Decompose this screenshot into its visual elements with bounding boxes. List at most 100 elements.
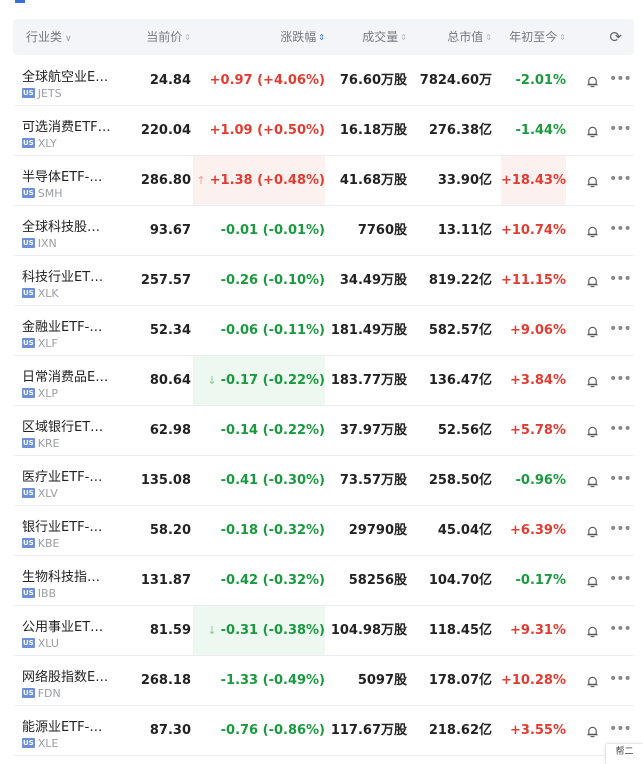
- header-volume-sort[interactable]: 成交量 ⇕: [362, 19, 407, 55]
- floating-help-button[interactable]: 帮二: [606, 744, 643, 764]
- change-cell: ↓ -0.17 (-0.22%): [207, 373, 325, 388]
- bell-icon[interactable]: [586, 523, 599, 538]
- header-marketcap-sort[interactable]: 总市值 ⇕: [447, 19, 492, 55]
- table-row[interactable]: 网络股指数E… US FDN 268.18 -1.33 (-0.49%) 5097股 178…: [13, 656, 634, 706]
- more-icon[interactable]: •••: [609, 56, 632, 105]
- table-row[interactable]: 能源业ETF-… US XLE 87.30 -0.76 (-0.86%) 117.67万股…: [13, 706, 634, 756]
- price-cell: 257.57: [140, 273, 191, 288]
- ticker-label: US XLP: [22, 387, 59, 400]
- table-row[interactable]: 医疗业ETF-… US XLV 135.08 -0.41 (-0.30%) 73.57万股…: [13, 456, 634, 506]
- bell-icon[interactable]: [586, 573, 599, 588]
- more-icon[interactable]: •••: [609, 556, 632, 605]
- marketcap-cell: 118.45亿: [428, 623, 492, 638]
- table-row[interactable]: 科技行业ET… US XLK 257.57 -0.26 (-0.10%) 34.49万股 8…: [13, 256, 634, 306]
- ytd-cell: -1.44%: [515, 123, 567, 138]
- more-icon[interactable]: •••: [609, 306, 632, 355]
- bell-icon[interactable]: [586, 623, 599, 638]
- etf-name[interactable]: 生物科技指…: [22, 566, 100, 585]
- bell-icon[interactable]: [586, 273, 599, 288]
- bell-icon[interactable]: [586, 173, 599, 188]
- active-tab-indicator: [15, 0, 25, 3]
- more-icon[interactable]: •••: [609, 356, 632, 405]
- price-cell: 58.20: [149, 523, 191, 538]
- etf-name[interactable]: 金融业ETF-…: [22, 316, 102, 335]
- table-header: 行业类 ∨ 当前价 ⇕ 涨跌幅 ⇕ 成交量 ⇕ 总市值 ⇕ 年初至今 ⇕ ⟳: [13, 19, 634, 55]
- change-cell: -0.18 (-0.32%): [220, 523, 325, 538]
- etf-name[interactable]: 网络股指数E…: [22, 666, 108, 685]
- us-market-badge: US: [22, 438, 35, 448]
- table-row[interactable]: 全球科技股… US IXN 93.67 -0.01 (-0.01%) 7760股 13.11…: [13, 206, 634, 256]
- volume-cell: 34.49万股: [339, 273, 407, 288]
- more-icon[interactable]: •••: [609, 156, 632, 205]
- header-industry-filter[interactable]: 行业类 ∨: [26, 19, 72, 55]
- change-cell: -0.42 (-0.32%): [220, 573, 325, 588]
- us-market-badge: US: [22, 588, 35, 598]
- table-row[interactable]: 生物科技指… US IBB 131.87 -0.42 (-0.32%) 58256股 104…: [13, 556, 634, 606]
- etf-name[interactable]: 区域银行ET…: [22, 416, 103, 435]
- bell-icon[interactable]: [586, 723, 599, 738]
- us-market-badge: US: [22, 538, 35, 548]
- more-icon[interactable]: •••: [609, 206, 632, 255]
- us-market-badge: US: [22, 288, 35, 298]
- sort-icon: ⇕: [400, 33, 407, 42]
- marketcap-cell: 45.04亿: [437, 523, 492, 538]
- etf-name[interactable]: 可选消费ETF…: [22, 116, 111, 135]
- more-icon[interactable]: •••: [609, 606, 632, 655]
- marketcap-cell: 33.90亿: [437, 173, 492, 188]
- ticker-label: US XLY: [22, 137, 57, 150]
- table-row[interactable]: 金融业ETF-… US XLF 52.34 -0.06 (-0.11%) 181.49万股…: [13, 306, 634, 356]
- bell-icon[interactable]: [586, 223, 599, 238]
- etf-name[interactable]: 半导体ETF-…: [22, 166, 102, 185]
- marketcap-cell: 13.11亿: [437, 223, 492, 238]
- etf-name[interactable]: 日常消费品E…: [22, 366, 108, 385]
- bell-icon[interactable]: [586, 323, 599, 338]
- table-row[interactable]: 公用事业ET… US XLU 81.59 ↓ -0.31 (-0.38%) 104.98万股…: [13, 606, 634, 656]
- bell-icon[interactable]: [586, 473, 599, 488]
- arrow-down-icon: ↓: [207, 624, 217, 637]
- ticker-label: US FDN: [22, 687, 61, 700]
- etf-name[interactable]: 全球航空业E…: [22, 66, 108, 85]
- refresh-icon[interactable]: ⟳: [609, 19, 622, 55]
- etf-name[interactable]: 全球科技股…: [22, 216, 100, 235]
- table-row[interactable]: 半导体ETF-… US SMH 286.80 ↑ +1.38 (+0.48%) 41.68万…: [13, 156, 634, 206]
- table-row[interactable]: 全球航空业E… US JETS 24.84 +0.97 (+4.06%) 76.60万股 7…: [13, 56, 634, 106]
- price-cell: 220.04: [140, 123, 191, 138]
- header-ytd-sort[interactable]: 年初至今 ⇕: [509, 19, 566, 55]
- bell-icon[interactable]: [586, 123, 599, 138]
- volume-cell: 73.57万股: [339, 473, 407, 488]
- price-cell: 268.18: [140, 673, 191, 688]
- volume-cell: 181.49万股: [330, 323, 407, 338]
- etf-name[interactable]: 银行业ETF-…: [22, 516, 102, 535]
- more-icon[interactable]: •••: [609, 256, 632, 305]
- change-cell: -1.33 (-0.49%): [220, 673, 325, 688]
- volume-cell: 117.67万股: [330, 723, 407, 738]
- etf-name[interactable]: 科技行业ET…: [22, 266, 103, 285]
- marketcap-cell: 582.57亿: [428, 323, 492, 338]
- bell-icon[interactable]: [586, 373, 599, 388]
- more-icon[interactable]: •••: [609, 506, 632, 555]
- more-icon[interactable]: •••: [609, 406, 632, 455]
- more-icon[interactable]: •••: [609, 656, 632, 705]
- header-price-sort[interactable]: 当前价 ⇕: [146, 19, 191, 55]
- etf-name[interactable]: 能源业ETF-…: [22, 716, 102, 735]
- more-icon[interactable]: •••: [609, 456, 632, 505]
- bell-icon[interactable]: [586, 73, 599, 88]
- volume-cell: 16.18万股: [339, 123, 407, 138]
- table-row[interactable]: 日常消费品E… US XLP 80.64 ↓ -0.17 (-0.22%) 183.77万股…: [13, 356, 634, 406]
- table-row[interactable]: 银行业ETF-… US KBE 58.20 -0.18 (-0.32%) 29790股 45…: [13, 506, 634, 556]
- more-icon[interactable]: •••: [609, 106, 632, 155]
- ticker-label: US KRE: [22, 437, 60, 450]
- table-row[interactable]: 可选消费ETF… US XLY 220.04 +1.09 (+0.50%) 16.18万股…: [13, 106, 634, 156]
- table-row[interactable]: 区域银行ET… US KRE 62.98 -0.14 (-0.22%) 37.97万股 52…: [13, 406, 634, 456]
- etf-name[interactable]: 公用事业ET…: [22, 616, 103, 635]
- marketcap-cell: 276.38亿: [428, 123, 492, 138]
- us-market-badge: US: [22, 688, 35, 698]
- etf-name[interactable]: 医疗业ETF-…: [22, 466, 102, 485]
- header-change-sort[interactable]: 涨跌幅 ⇕: [280, 19, 325, 55]
- bell-icon[interactable]: [586, 423, 599, 438]
- ytd-cell: +5.78%: [510, 423, 566, 438]
- price-cell: 286.80: [140, 173, 191, 188]
- ticker-label: US XLF: [22, 337, 58, 350]
- bell-icon[interactable]: [586, 673, 599, 688]
- ytd-cell: +3.55%: [510, 723, 566, 738]
